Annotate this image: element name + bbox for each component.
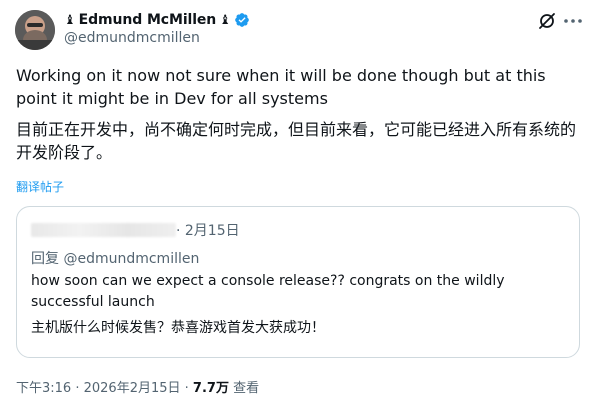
post-time[interactable]: 下午3:16 [16,381,71,396]
avatar-image [15,10,55,50]
author-handle[interactable]: @edmundmcmillen [64,30,200,46]
avatar[interactable] [15,10,55,50]
reply-prefix: 回复 [31,251,59,267]
quoted-text-chinese: 主机版什么时候发售？恭喜游戏首发大获成功！ [31,320,325,336]
author-display-name[interactable]: Edmund McMillen [79,12,217,28]
post-meta: 下午3:16 · 2026年2月15日 · 7.7万 查看 [16,377,259,396]
verified-badge-icon[interactable] [234,12,250,28]
chess-bishop-icon: ♝ [219,12,231,28]
tweet: ♝ Edmund McMillen ♝ @edmundmcmillen Work… [0,0,600,409]
quoted-post[interactable]: · 2月15日 回复 @edmundmcmillen how soon can … [16,206,580,358]
meta-separator: · [75,381,84,396]
grok-icon[interactable] [536,10,558,32]
post-text-chinese: 目前正在开发中，尚不确定何时完成，但目前来看，它可能已经进入所有系统的开发阶段了… [16,120,577,162]
author-name-row[interactable]: ♝ Edmund McMillen ♝ [64,10,250,30]
more-options-icon[interactable] [562,10,584,32]
quoted-reply-line: 回复 @edmundmcmillen [31,248,199,268]
quoted-text-english: how soon can we expect a console release… [31,273,505,310]
views-count: 7.7万 [192,381,229,396]
reply-handle[interactable]: @edmundmcmillen [63,251,199,267]
meta-separator: · [184,381,193,396]
quoted-post-date[interactable]: · 2月15日 [176,220,240,240]
chess-bishop-icon: ♝ [64,12,76,28]
post-date[interactable]: 2026年2月15日 [84,381,181,396]
post-text-english: Working on it now not sure when it will … [16,66,546,108]
blurred-quoted-author [31,223,176,237]
views-label: 查看 [233,381,260,396]
translate-post-link[interactable]: 翻译帖子 [16,178,64,195]
